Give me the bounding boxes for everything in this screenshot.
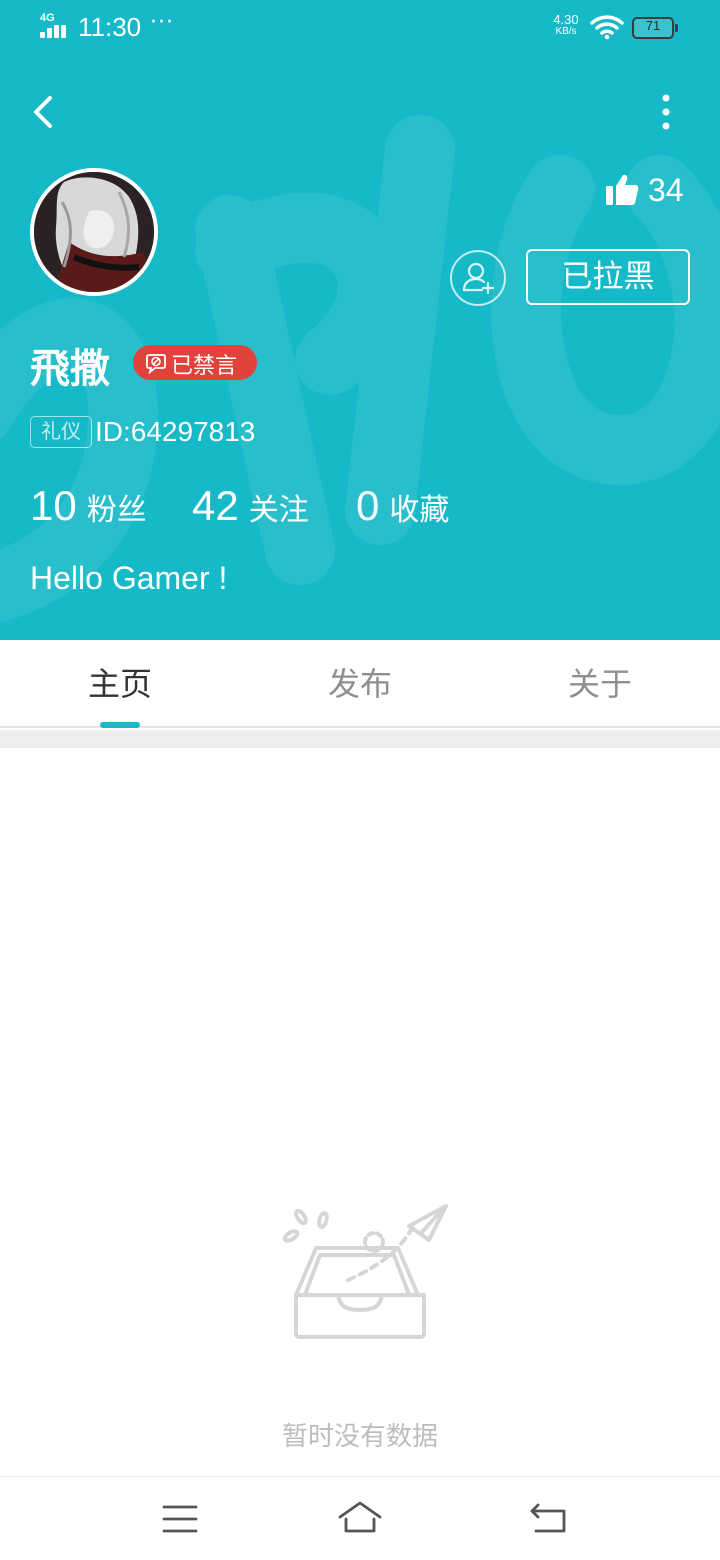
network-speed-value: 4.30 xyxy=(553,12,579,27)
stat-favorites-label: 收藏 xyxy=(389,493,450,528)
network-speed: 4.30 KB/s xyxy=(546,12,586,38)
menu-icon[interactable] xyxy=(156,1495,204,1543)
muted-badge-label: 已禁言 xyxy=(171,354,238,379)
stat-following-label: 关注 xyxy=(248,493,309,528)
wifi-icon xyxy=(590,15,624,40)
avatar[interactable] xyxy=(30,168,158,296)
stat-fans-label: 粉丝 xyxy=(86,493,147,528)
stat-favorites[interactable]: 0 收藏 xyxy=(356,482,449,530)
battery-icon: 71 xyxy=(632,17,678,39)
profile-tabs: 主页 发布 关于 xyxy=(0,640,720,728)
empty-state-text: 暂时没有数据 xyxy=(281,1422,438,1452)
tab-active-indicator xyxy=(100,722,140,728)
stat-following-value: 42 xyxy=(192,482,239,529)
username: 飛撒 xyxy=(30,346,110,392)
muted-chat-icon xyxy=(146,354,166,374)
empty-inbox-icon xyxy=(282,1204,448,1339)
section-divider xyxy=(0,730,720,748)
tab-home[interactable]: 主页 xyxy=(0,640,240,728)
stat-following[interactable]: 42 关注 xyxy=(192,482,309,530)
home-icon[interactable] xyxy=(336,1495,384,1543)
avatar-image xyxy=(34,172,154,292)
likes-count: 34 xyxy=(648,172,684,208)
user-id: ID:64297813 xyxy=(95,416,256,447)
system-nav-bar xyxy=(0,1476,720,1560)
tab-posts[interactable]: 发布 xyxy=(240,640,480,728)
status-time: 11:30 xyxy=(78,12,142,42)
etiquette-tag: 礼仪 xyxy=(30,416,92,448)
network-speed-unit: KB/s xyxy=(555,26,577,37)
bio: Hello Gamer ! xyxy=(30,560,228,596)
stat-favorites-value: 0 xyxy=(356,482,380,529)
tab-about[interactable]: 关于 xyxy=(480,640,720,728)
network-type: 4G xyxy=(40,12,55,24)
watermark-logo xyxy=(0,115,720,623)
more-vertical-icon[interactable] xyxy=(646,90,686,134)
muted-badge: 已禁言 xyxy=(133,345,257,380)
status-bar: 4G 11:30 ··· 4.30 KB/s 71 xyxy=(0,0,720,56)
add-user-glyph xyxy=(462,262,495,295)
blocked-button[interactable]: 已拉黑 xyxy=(526,249,690,305)
thumbs-up-icon xyxy=(606,174,639,205)
profile-header: 4G 11:30 ··· 4.30 KB/s 71 34 已拉黑 飛撒 已禁言 … xyxy=(0,0,720,640)
signal-icon: 4G xyxy=(38,12,72,40)
status-more-indicator: ··· xyxy=(150,10,174,35)
battery-level: 71 xyxy=(645,18,661,33)
chevron-left-icon[interactable] xyxy=(24,88,68,136)
back-icon[interactable] xyxy=(526,1495,574,1543)
stat-fans[interactable]: 10 粉丝 xyxy=(30,482,147,530)
stat-fans-value: 10 xyxy=(30,482,77,529)
add-user-icon[interactable] xyxy=(450,250,506,306)
